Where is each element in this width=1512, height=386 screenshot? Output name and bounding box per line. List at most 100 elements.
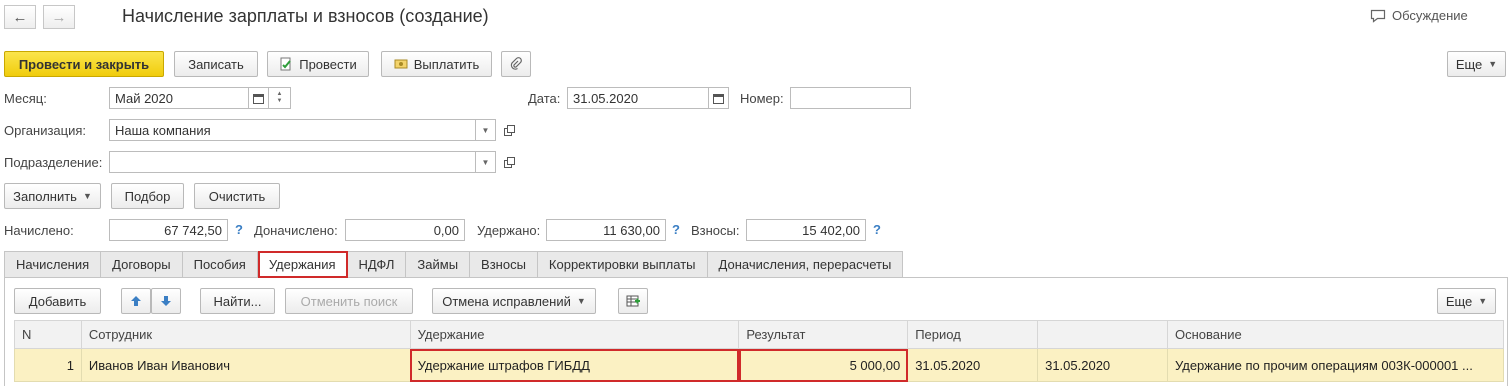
add-row-button[interactable]: Добавить xyxy=(14,288,101,314)
attach-button[interactable] xyxy=(501,51,531,77)
back-button[interactable]: ← xyxy=(4,5,36,29)
fill-label: Заполнить xyxy=(13,188,77,204)
pay-button[interactable]: Выплатить xyxy=(381,51,492,77)
open-window-icon xyxy=(503,156,515,168)
chat-icon xyxy=(1370,9,1386,23)
tab-deductions[interactable]: Удержания xyxy=(257,251,348,278)
employee-cell[interactable]: Иванов Иван Иванович xyxy=(80,348,411,382)
date-label: Дата: xyxy=(528,91,561,106)
date-calendar-button[interactable] xyxy=(709,87,729,109)
deduction-cell[interactable]: Удержание штрафов ГИБДД xyxy=(409,348,740,382)
column-header-result[interactable]: Результат xyxy=(738,320,909,349)
payment-icon xyxy=(394,57,408,71)
cancel-search-button[interactable]: Отменить поиск xyxy=(285,288,413,314)
dropdown-arrow-icon: ▼ xyxy=(481,125,490,135)
select-button[interactable]: Подбор xyxy=(111,183,184,209)
save-button[interactable]: Записать xyxy=(174,51,258,77)
dropdown-arrow-icon: ▼ xyxy=(82,191,92,201)
calendar-icon xyxy=(253,93,264,104)
withheld-help-icon[interactable]: ? xyxy=(672,222,680,237)
calendar-button[interactable] xyxy=(249,87,269,109)
post-button-label: Провести xyxy=(299,56,357,72)
tab-recalculations[interactable]: Доначисления, перерасчеты xyxy=(707,251,904,278)
tab-contracts[interactable]: Договоры xyxy=(101,251,183,278)
withheld-field: 11 630,00 xyxy=(546,219,666,241)
department-label: Подразделение: xyxy=(4,155,103,170)
column-header-deduction[interactable]: Удержание xyxy=(409,320,740,349)
grid-more-button[interactable]: Еще ▼ xyxy=(1437,288,1496,314)
dropdown-arrow-icon: ▼ xyxy=(1478,296,1488,306)
contributions-help-icon[interactable]: ? xyxy=(873,222,881,237)
basis-cell[interactable]: Удержание по прочим операциям 003К-00000… xyxy=(1167,348,1504,382)
move-down-button[interactable] xyxy=(151,288,181,314)
contributions-label: Взносы: xyxy=(691,223,740,238)
post-button[interactable]: Провести xyxy=(267,51,369,77)
more-label: Еще xyxy=(1455,56,1483,72)
month-spinner[interactable]: ▲ ▼ xyxy=(269,87,291,109)
additional-field: 0,00 xyxy=(345,219,465,241)
column-header-employee[interactable]: Сотрудник xyxy=(80,320,411,349)
column-header-basis[interactable]: Основание xyxy=(1167,320,1504,349)
add-table-button[interactable] xyxy=(618,288,648,314)
department-dropdown-button[interactable]: ▼ xyxy=(476,151,496,173)
tab-contributions[interactable]: Взносы xyxy=(470,251,538,278)
dropdown-arrow-icon: ▼ xyxy=(1488,59,1498,69)
period-end-cell[interactable]: 31.05.2020 xyxy=(1037,348,1168,382)
tab-benefits[interactable]: Пособия xyxy=(182,251,258,278)
tab-loans[interactable]: Займы xyxy=(406,251,471,278)
calendar-icon xyxy=(713,93,724,104)
clear-button[interactable]: Очистить xyxy=(194,183,280,209)
table-row[interactable]: 1 Иванов Иван Иванович Удержание штрафов… xyxy=(14,348,1504,382)
find-button[interactable]: Найти... xyxy=(200,288,275,314)
date-field[interactable]: 31.05.2020 xyxy=(567,87,709,109)
number-label: Номер: xyxy=(740,91,784,106)
spin-down-icon: ▼ xyxy=(276,98,283,104)
month-field[interactable]: Май 2020 xyxy=(109,87,249,109)
cancel-corrections-label: Отмена исправлений xyxy=(442,293,571,309)
organization-field[interactable]: Наша компания xyxy=(109,119,476,141)
accrued-label: Начислено: xyxy=(4,223,74,238)
discussion-label: Обсуждение xyxy=(1392,8,1468,23)
post-and-close-button[interactable]: Провести и закрыть xyxy=(4,51,164,77)
more-menu-button[interactable]: Еще ▼ xyxy=(1447,51,1506,77)
result-cell[interactable]: 5 000,00 xyxy=(738,348,909,382)
forward-button[interactable]: → xyxy=(43,5,75,29)
arrow-left-icon: ← xyxy=(12,8,28,26)
page-title: Начисление зарплаты и взносов (создание) xyxy=(122,6,489,26)
row-number-cell[interactable]: 1 xyxy=(14,348,82,382)
tab-ndfl[interactable]: НДФЛ xyxy=(347,251,407,278)
accrued-help-icon[interactable]: ? xyxy=(235,222,243,237)
department-open-button[interactable] xyxy=(499,151,519,173)
withheld-label: Удержано: xyxy=(477,223,541,238)
move-up-button[interactable] xyxy=(121,288,151,314)
arrow-right-icon: → xyxy=(51,8,67,26)
arrow-down-icon xyxy=(160,295,172,307)
table-add-icon xyxy=(626,294,640,308)
organization-open-button[interactable] xyxy=(499,119,519,141)
tab-payment-adjustments[interactable]: Корректировки выплаты xyxy=(537,251,708,278)
dropdown-arrow-icon: ▼ xyxy=(481,157,490,167)
table-header-row: N Сотрудник Удержание Результат Период О… xyxy=(14,320,1504,349)
column-header-period[interactable]: Период xyxy=(907,320,1039,349)
dropdown-arrow-icon: ▼ xyxy=(576,296,586,306)
contributions-field: 15 402,00 xyxy=(746,219,866,241)
column-header-number[interactable]: N xyxy=(14,320,82,349)
post-document-icon xyxy=(279,57,293,71)
cancel-corrections-button[interactable]: Отмена исправлений ▼ xyxy=(432,288,596,314)
organization-dropdown-button[interactable]: ▼ xyxy=(476,119,496,141)
month-label: Месяц: xyxy=(4,91,47,106)
period-start-cell[interactable]: 31.05.2020 xyxy=(907,348,1039,382)
department-field[interactable] xyxy=(109,151,476,173)
organization-label: Организация: xyxy=(4,123,87,138)
additional-label: Доначислено: xyxy=(254,223,338,238)
accrued-field: 67 742,50 xyxy=(109,219,228,241)
paperclip-icon xyxy=(509,57,523,71)
deductions-table: N Сотрудник Удержание Результат Период О… xyxy=(14,320,1504,382)
arrow-up-icon xyxy=(130,295,142,307)
column-header-period-end[interactable] xyxy=(1037,320,1168,349)
tab-accruals[interactable]: Начисления xyxy=(4,251,102,278)
fill-button[interactable]: Заполнить ▼ xyxy=(4,183,101,209)
discussion-link[interactable]: Обсуждение xyxy=(1370,8,1468,23)
tab-bar: Начисления Договоры Пособия Удержания НД… xyxy=(4,251,904,278)
number-field[interactable] xyxy=(790,87,911,109)
